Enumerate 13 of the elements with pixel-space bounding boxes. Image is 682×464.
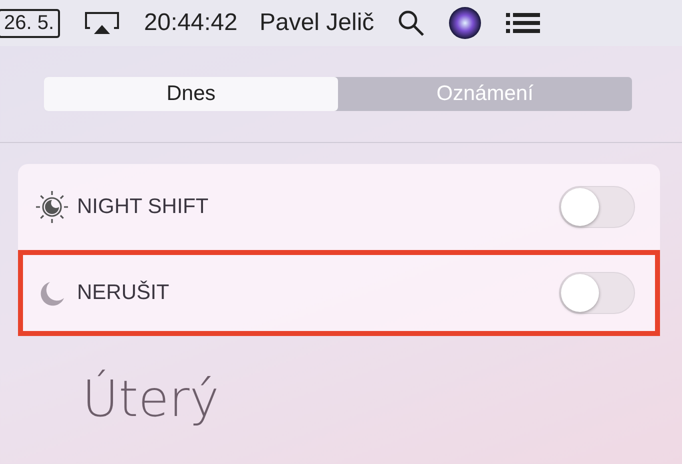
date-label[interactable]: 26. 5. bbox=[0, 8, 60, 38]
toggle-label: NIGHT SHIFT bbox=[77, 195, 210, 219]
clock[interactable]: 20:44:42 bbox=[144, 9, 238, 37]
user-name[interactable]: Pavel Jelič bbox=[259, 9, 374, 37]
menu-icon[interactable] bbox=[504, 10, 542, 36]
sun-moon-icon bbox=[35, 190, 69, 224]
toggle-switch[interactable] bbox=[559, 272, 635, 314]
toggle-label: NERUŠIT bbox=[77, 281, 170, 305]
toggle-switch[interactable] bbox=[559, 186, 635, 228]
siri-icon[interactable] bbox=[448, 6, 482, 40]
search-icon[interactable] bbox=[396, 8, 426, 38]
day-heading: Úterý bbox=[82, 370, 220, 428]
tab[interactable]: Dnes bbox=[44, 77, 338, 111]
